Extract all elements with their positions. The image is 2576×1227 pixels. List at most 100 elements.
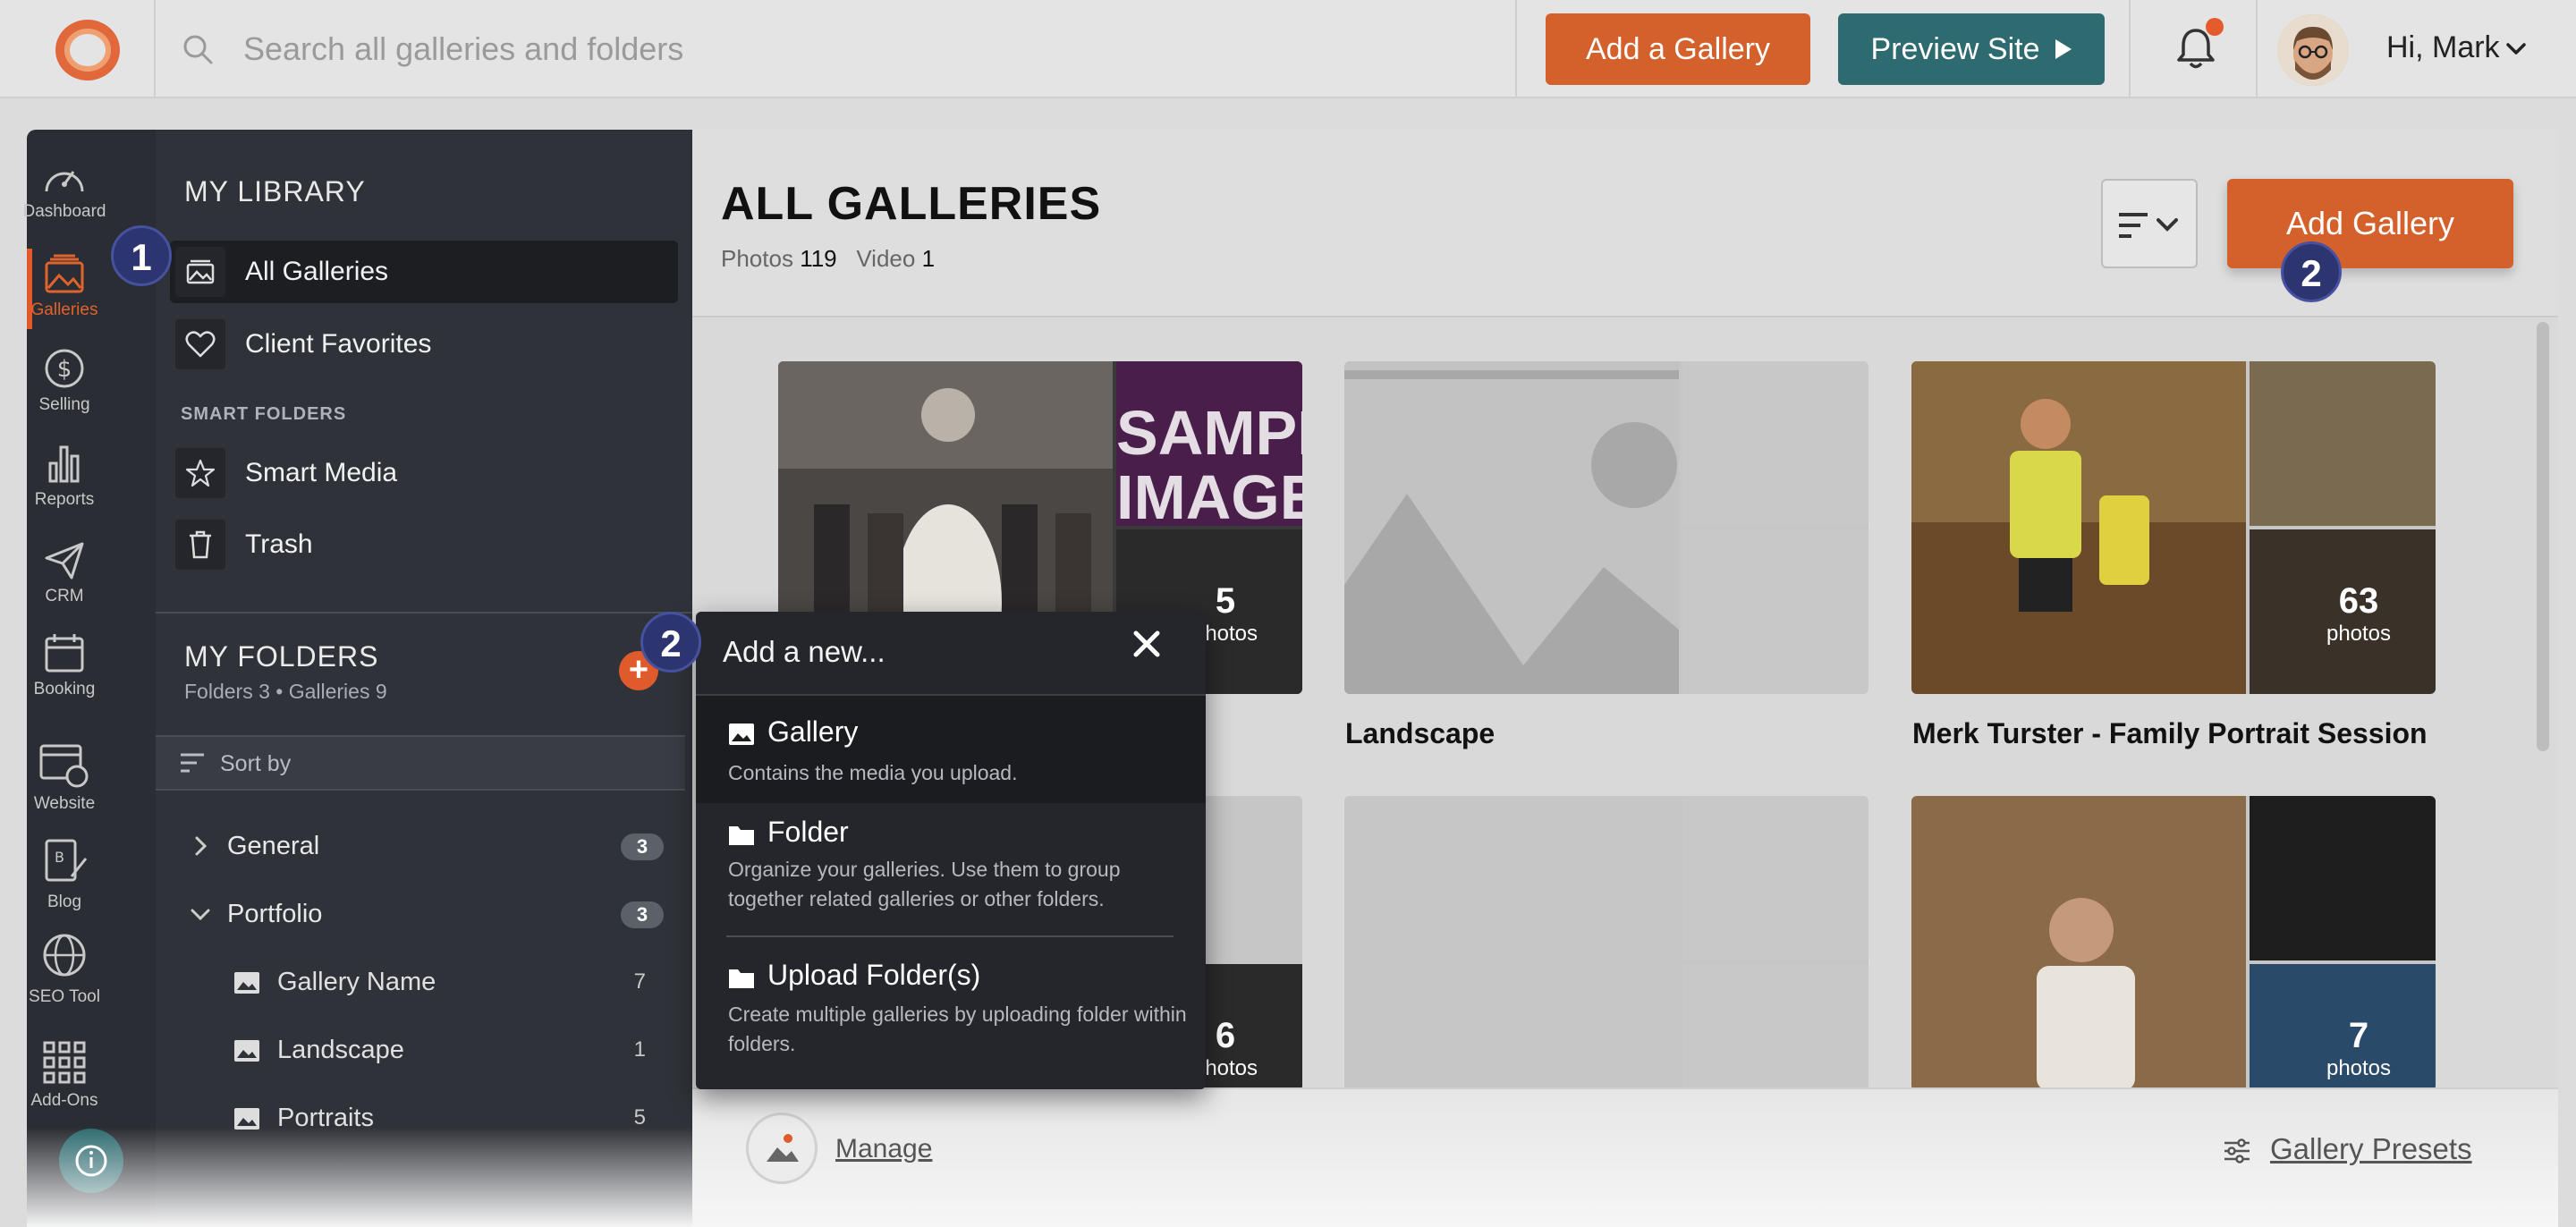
sample-watermark: IMAGE bbox=[1116, 462, 1302, 532]
subfolder-label: Gallery Name bbox=[277, 968, 436, 996]
dashboard-gauge-icon bbox=[45, 171, 84, 192]
folder-icon bbox=[729, 825, 754, 845]
sort-lines-icon bbox=[2119, 213, 2178, 238]
search-input[interactable] bbox=[243, 27, 1496, 72]
video-count: 1 bbox=[921, 245, 936, 272]
image-icon bbox=[234, 972, 259, 994]
sort-lines-icon bbox=[181, 753, 204, 773]
rail-label: Add-Ons bbox=[30, 1091, 98, 1110]
avatar[interactable] bbox=[2277, 14, 2349, 86]
popup-option-upload-folders[interactable]: Upload Folder(s) Create multiple galleri… bbox=[696, 939, 1206, 1082]
photo-count-label: photos bbox=[2326, 622, 2392, 646]
manage-icon[interactable] bbox=[746, 1113, 818, 1184]
chevron-down-icon[interactable] bbox=[2503, 36, 2529, 63]
rail-label: Dashboard bbox=[22, 202, 106, 221]
step-badge: 1 bbox=[111, 225, 172, 286]
user-greeting[interactable]: Hi, Mark bbox=[2386, 30, 2500, 65]
divider bbox=[726, 935, 1174, 937]
manage-link[interactable]: Manage bbox=[835, 1134, 932, 1164]
rail-item-website[interactable]: Website bbox=[0, 742, 129, 814]
svg-text:$: $ bbox=[57, 356, 72, 383]
heart-icon bbox=[175, 319, 225, 369]
subfolder-landscape[interactable]: Landscape 1 bbox=[156, 1025, 685, 1079]
play-triangle-icon bbox=[2055, 39, 2072, 59]
my-folders-title: MY FOLDERS bbox=[184, 640, 379, 673]
rail-item-add-ons[interactable]: Add-Ons bbox=[0, 1039, 129, 1111]
rail-item-blog[interactable]: B Blog bbox=[0, 837, 129, 912]
gallery-card-thumbnail[interactable]: 7 photos bbox=[1911, 796, 2436, 1091]
photos-label: Photos bbox=[721, 245, 793, 272]
gallery-card-thumbnail[interactable]: 63 photos bbox=[1911, 361, 2436, 694]
smart-folders-heading: SMART FOLDERS bbox=[181, 404, 347, 424]
rail-item-galleries[interactable]: Galleries bbox=[0, 252, 129, 320]
placeholder-image-icon bbox=[1344, 796, 1868, 1091]
folder-icon bbox=[729, 969, 754, 988]
scrollbar[interactable] bbox=[2537, 322, 2549, 751]
folder-row-portfolio[interactable]: Portfolio 3 bbox=[156, 889, 685, 943]
option-heading-text: Folder bbox=[767, 816, 849, 848]
add-a-gallery-button[interactable]: Add a Gallery bbox=[1546, 13, 1810, 85]
preview-site-label: Preview Site bbox=[1870, 31, 2040, 66]
rail-item-selling[interactable]: $ Selling bbox=[0, 347, 129, 415]
preview-site-button[interactable]: Preview Site bbox=[1838, 13, 2105, 85]
rail-label: Website bbox=[33, 794, 96, 813]
rail-item-reports[interactable]: Reports bbox=[0, 442, 129, 510]
smart-media-item[interactable]: Smart Media bbox=[170, 442, 678, 504]
rail-label: Selling bbox=[38, 395, 90, 414]
subfolder-label: Landscape bbox=[277, 1036, 404, 1064]
app-logo[interactable] bbox=[55, 20, 120, 80]
popup-option-folder[interactable]: Folder Organize your galleries. Use them… bbox=[696, 805, 1206, 935]
folder-row-general[interactable]: General 3 bbox=[156, 821, 685, 875]
trash-item[interactable]: Trash bbox=[170, 513, 678, 576]
subfolder-gallery-name[interactable]: Gallery Name 7 bbox=[156, 957, 685, 1011]
folders-summary: Folders 3 • Galleries 9 bbox=[184, 680, 387, 703]
blog-icon: B bbox=[45, 839, 88, 882]
divider bbox=[2256, 0, 2258, 98]
video-label: Video bbox=[856, 245, 916, 272]
gallery-card-title[interactable]: Merk Turster - Family Portrait Session bbox=[1912, 717, 2428, 750]
bar-chart-icon bbox=[48, 445, 80, 483]
rail-item-dashboard[interactable]: Dashboard bbox=[0, 157, 129, 222]
gallery-card-thumbnail[interactable] bbox=[1344, 361, 1868, 694]
option-heading-text: Gallery bbox=[767, 715, 859, 748]
svg-text:B: B bbox=[55, 849, 64, 866]
popup-option-gallery[interactable]: Gallery Contains the media you upload. bbox=[696, 696, 1206, 803]
trash-icon bbox=[175, 520, 225, 570]
step-badge: 2 bbox=[640, 612, 701, 673]
option-heading-text: Upload Folder(s) bbox=[767, 959, 981, 991]
rail-item-booking[interactable]: Booking bbox=[0, 631, 129, 699]
photo-count-label: photos bbox=[2326, 1056, 2392, 1080]
media-stats: Photos 119 Video 1 bbox=[721, 245, 935, 273]
gallery-card-thumbnail[interactable] bbox=[1344, 796, 1868, 1091]
client-favorites-item[interactable]: Client Favorites bbox=[170, 313, 678, 376]
rail-item-seo-tool[interactable]: SEO Tool bbox=[0, 930, 129, 1007]
divider bbox=[2129, 0, 2131, 98]
photo-count-overlay: 7 photos bbox=[2296, 1016, 2421, 1081]
folder-count-badge: 3 bbox=[621, 901, 664, 928]
add-gallery-button[interactable]: Add Gallery bbox=[2227, 179, 2513, 268]
smart-media-label: Smart Media bbox=[245, 458, 398, 487]
grid-icon bbox=[43, 1041, 86, 1084]
option-heading: Upload Folder(s) bbox=[728, 959, 980, 992]
divider bbox=[156, 612, 692, 614]
search-icon bbox=[183, 35, 213, 64]
chevron-down-icon[interactable] bbox=[188, 901, 213, 927]
all-galleries-item[interactable]: All Galleries bbox=[170, 241, 678, 303]
dollar-circle-icon: $ bbox=[45, 349, 84, 388]
notification-dot bbox=[2206, 18, 2224, 36]
gallery-presets-link[interactable]: Gallery Presets bbox=[2270, 1132, 2472, 1166]
divider bbox=[1515, 0, 1517, 98]
chevron-right-icon[interactable] bbox=[188, 834, 213, 859]
gallery-card-title[interactable]: Landscape bbox=[1345, 717, 1495, 750]
rail-label: CRM bbox=[45, 587, 84, 605]
sort-button[interactable] bbox=[2101, 179, 2198, 268]
rail-item-crm[interactable]: CRM bbox=[0, 538, 129, 606]
rail-label: Galleries bbox=[30, 300, 98, 319]
avatar-face-icon bbox=[2277, 14, 2349, 86]
folder-label: General bbox=[227, 832, 320, 860]
option-heading: Gallery bbox=[728, 715, 858, 749]
folder-count-badge: 3 bbox=[621, 834, 664, 860]
trash-label: Trash bbox=[245, 529, 313, 559]
divider bbox=[154, 0, 156, 98]
close-icon[interactable] bbox=[1129, 626, 1165, 662]
